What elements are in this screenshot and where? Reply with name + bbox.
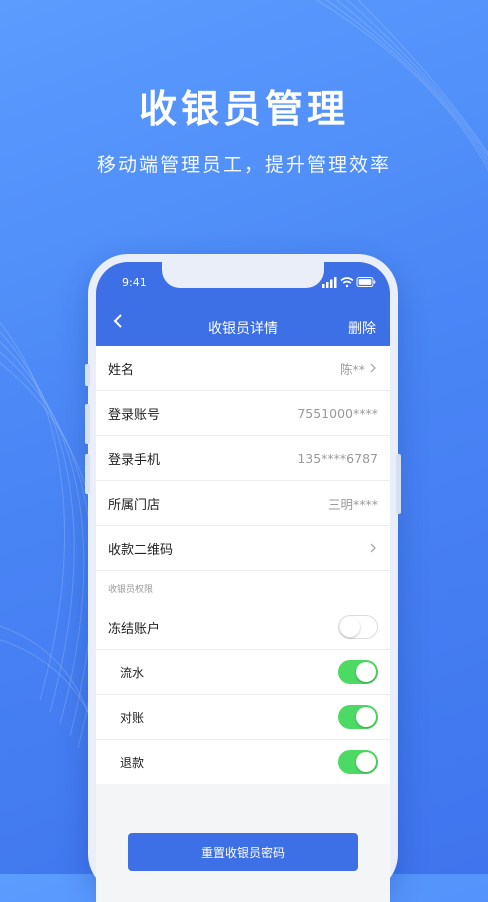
- chevron-right-icon: [370, 543, 376, 553]
- refund-toggle[interactable]: [338, 750, 378, 774]
- permission-row-reconcile: 对账: [96, 695, 390, 740]
- battery-icon: [356, 277, 376, 287]
- qrcode-row[interactable]: 收款二维码: [96, 526, 390, 571]
- hero-title: 收银员管理: [138, 87, 349, 131]
- nav-bar: 9:41 收银员详情 删除: [96, 262, 390, 346]
- account-label: 登录账号: [108, 407, 161, 423]
- store-row: 所属门店 三明****: [96, 481, 390, 526]
- name-value: 陈**: [339, 361, 365, 377]
- account-value: 7551000****: [297, 405, 378, 421]
- store-value: 三明****: [327, 496, 378, 512]
- phone-screen: 9:41 收银员详情 删除 姓名 陈** 登录账号 7551000**** 登录…: [96, 262, 390, 902]
- phone-value: 135****6787: [297, 450, 378, 466]
- signal-icon: [322, 277, 337, 288]
- account-row: 登录账号 7551000****: [96, 391, 390, 436]
- qrcode-label: 收款二维码: [108, 542, 174, 558]
- status-icons: [322, 277, 376, 288]
- name-row[interactable]: 姓名 陈**: [96, 346, 390, 391]
- reset-password-button[interactable]: 重置收银员密码: [128, 833, 358, 871]
- freeze-account-label: 冻结账户: [108, 621, 161, 637]
- permission-row-refund: 退款: [96, 740, 390, 784]
- permission-label-refund: 退款: [120, 755, 145, 770]
- detail-list: 姓名 陈** 登录账号 7551000**** 登录手机 135****6787…: [96, 346, 390, 784]
- chevron-right-icon: [370, 363, 376, 373]
- permission-row-transactions: 流水: [96, 650, 390, 695]
- phone-volume-down-button: [85, 454, 90, 494]
- phone-label: 登录手机: [108, 452, 161, 468]
- hero-subtitle: 移动端管理员工，提升管理效率: [96, 154, 391, 176]
- phone-side-button: [85, 364, 90, 386]
- page-title: 收银员详情: [208, 321, 278, 337]
- phone-power-button: [396, 454, 401, 514]
- store-label: 所属门店: [108, 497, 161, 513]
- reconcile-toggle[interactable]: [338, 705, 378, 729]
- wifi-icon: [340, 277, 354, 288]
- phone-volume-up-button: [85, 404, 90, 444]
- permission-label-reconcile: 对账: [120, 710, 145, 725]
- delete-button[interactable]: 删除: [348, 318, 376, 338]
- freeze-account-row: 冻结账户: [96, 605, 390, 650]
- name-label: 姓名: [108, 362, 135, 378]
- phone-row: 登录手机 135****6787: [96, 436, 390, 481]
- permission-label-transactions: 流水: [120, 665, 145, 680]
- freeze-account-toggle[interactable]: [338, 615, 378, 639]
- transactions-toggle[interactable]: [338, 660, 378, 684]
- phone-mockup: 9:41 收银员详情 删除 姓名 陈** 登录账号 7551000**** 登录…: [85, 254, 401, 902]
- phone-notch: [162, 262, 324, 288]
- permissions-header: 收银员权限: [96, 571, 390, 605]
- status-time: 9:41: [122, 276, 147, 289]
